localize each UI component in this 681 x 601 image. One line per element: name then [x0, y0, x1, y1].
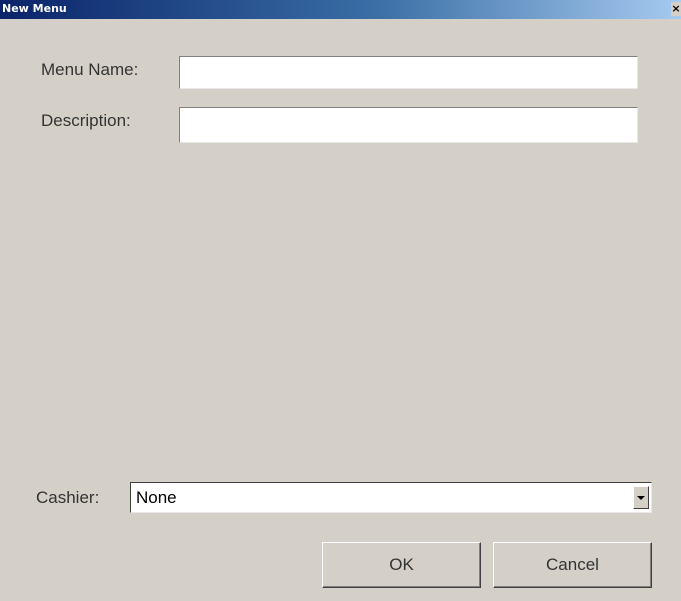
- cancel-button[interactable]: Cancel: [493, 542, 652, 588]
- menu-name-input[interactable]: [179, 56, 638, 89]
- description-input[interactable]: [179, 107, 638, 143]
- cashier-select[interactable]: None: [130, 482, 652, 513]
- cashier-selected-value: None: [136, 488, 177, 507]
- chevron-down-icon[interactable]: [633, 486, 649, 509]
- window-title: New Menu: [2, 2, 67, 15]
- cashier-label: Cashier:: [36, 488, 100, 507]
- description-label: Description:: [41, 111, 131, 130]
- ok-button[interactable]: OK: [322, 542, 481, 588]
- menu-name-label: Menu Name:: [41, 60, 139, 79]
- close-icon[interactable]: ×: [671, 2, 681, 16]
- new-menu-dialog: New Menu × Menu Name: Description: Cashi…: [0, 0, 681, 601]
- title-bar[interactable]: New Menu ×: [0, 0, 681, 19]
